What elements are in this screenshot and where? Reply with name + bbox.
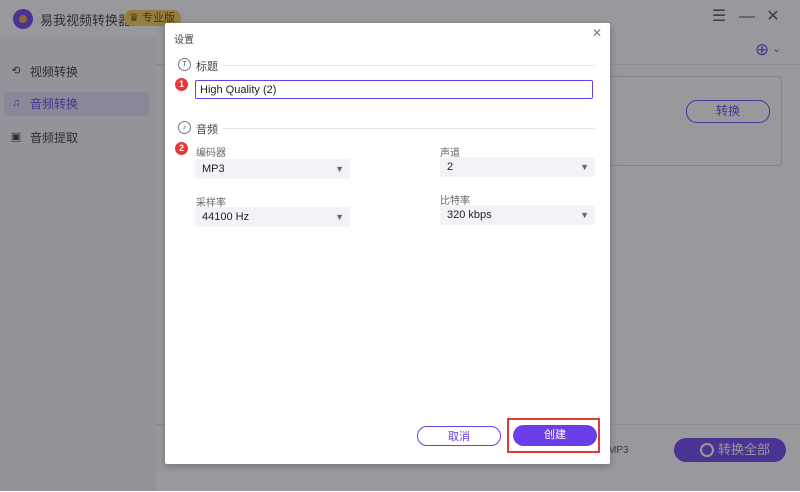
dropdown-arrow-icon: ▼ [580,210,589,220]
bitrate-value: 320 kbps [447,209,492,221]
dropdown-arrow-icon: ▼ [335,164,344,174]
channel-select[interactable]: 2 ▼ [440,157,595,177]
title-input[interactable] [195,80,593,99]
settings-dialog: 设置 ✕ T 标题 1 ♪ 音频 2 编码器 MP3 ▼ 声道 2 ▼ 采样率 … [165,23,610,464]
step-marker-2: 2 [175,142,188,155]
dropdown-arrow-icon: ▼ [580,162,589,172]
dropdown-arrow-icon: ▼ [335,212,344,222]
section-divider [223,65,595,66]
sample-rate-select[interactable]: 44100 Hz ▼ [195,207,350,227]
encoder-select[interactable]: MP3 ▼ [195,159,350,179]
music-note-icon: ♪ [178,121,191,134]
close-icon[interactable]: ✕ [590,26,604,40]
encoder-value: MP3 [202,163,225,175]
bitrate-select[interactable]: 320 kbps ▼ [440,205,595,225]
dialog-title: 设置 [174,35,194,46]
sample-rate-value: 44100 Hz [202,211,250,223]
title-section-label: 标题 [196,61,218,73]
step-marker-1: 1 [175,78,188,91]
text-icon: T [178,58,191,71]
audio-section-label: 音频 [196,124,218,136]
create-button[interactable]: 创建 [513,425,597,446]
channel-value: 2 [447,161,454,173]
encoder-label: 编码器 [196,148,226,159]
cancel-button[interactable]: 取消 [417,426,501,446]
section-divider [223,128,595,129]
